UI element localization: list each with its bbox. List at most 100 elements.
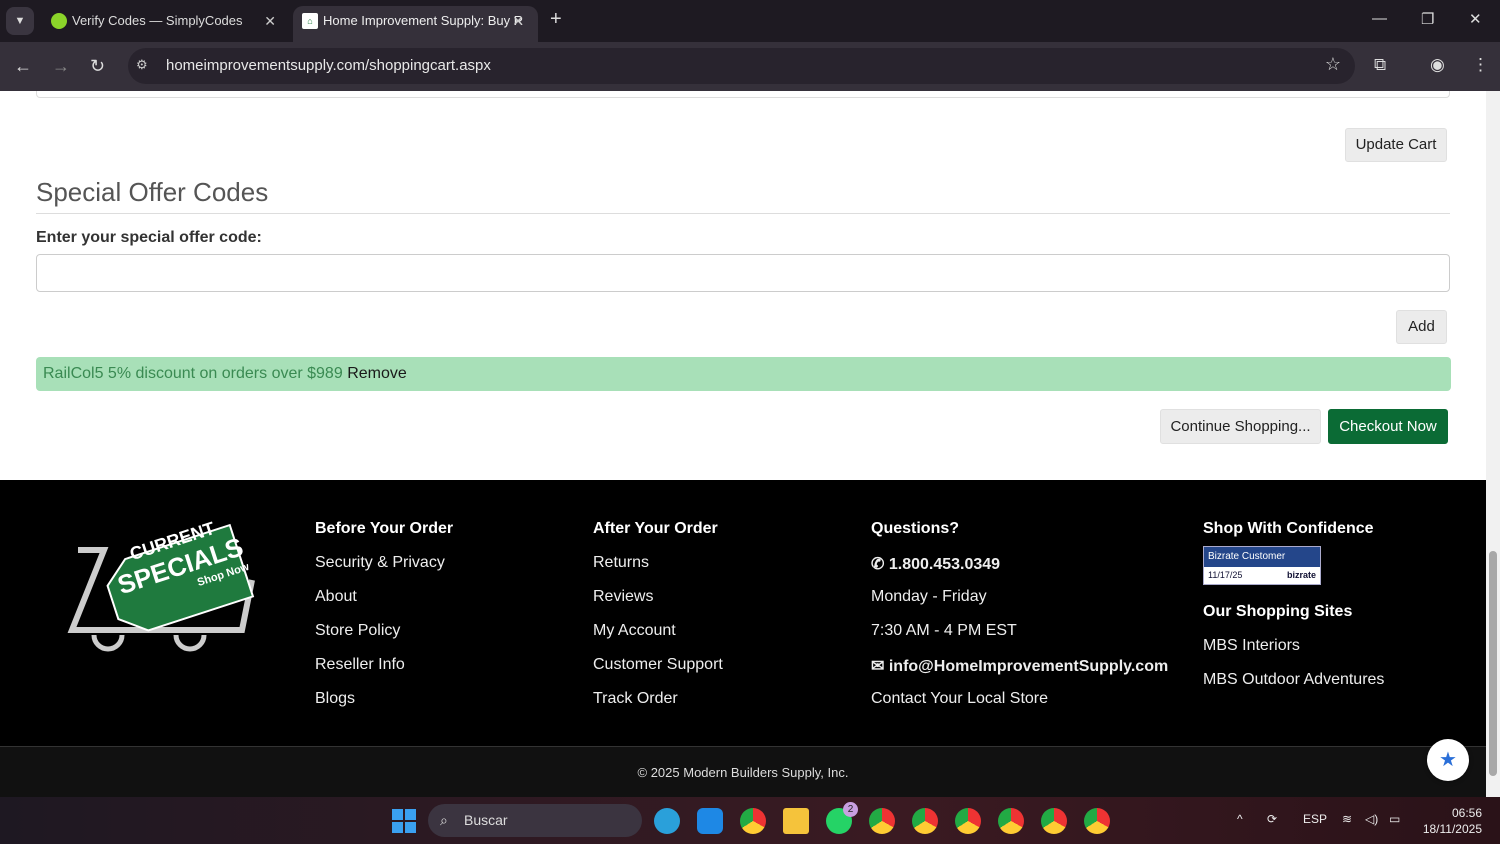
footer-link[interactable]: Reviews	[593, 588, 723, 622]
column-heading: After Your Order	[593, 520, 718, 537]
remove-code-link[interactable]: Remove	[347, 365, 407, 382]
close-window-icon[interactable]: ✕	[1469, 10, 1482, 28]
divider	[36, 213, 1450, 214]
back-icon[interactable]: ←	[14, 56, 32, 77]
chrome-profile-icon[interactable]	[998, 808, 1024, 834]
taskbar: ⌕ Buscar 2 ^ ⟳ ESP ≋ ◁) ▭ 06:56 18/11/202…	[0, 797, 1500, 844]
footer-link[interactable]: Reseller Info	[315, 656, 453, 690]
column-heading: Questions?	[871, 520, 960, 537]
volume-icon[interactable]: ◁)	[1365, 812, 1378, 826]
wifi-icon[interactable]: ≋	[1342, 812, 1352, 826]
checkout-now-button[interactable]: Checkout Now	[1328, 409, 1448, 444]
footer-link[interactable]: MBS Interiors	[1203, 637, 1384, 671]
column-heading: Before Your Order	[315, 520, 454, 537]
footer-link[interactable]: Security & Privacy	[315, 554, 453, 588]
envelope-icon: ✉	[871, 658, 889, 675]
c-app-icon[interactable]	[697, 808, 723, 834]
badge-title: Bizrate Customer Certified	[1204, 547, 1320, 582]
update-cart-button[interactable]: Update Cart	[1345, 128, 1447, 162]
scrollbar-thumb[interactable]	[1489, 551, 1497, 776]
close-tab-icon[interactable]: ✕	[512, 6, 524, 36]
minimize-icon[interactable]: —	[1372, 10, 1387, 27]
restore-icon[interactable]: ❐	[1421, 10, 1434, 28]
tab-verify-codes[interactable]: Verify Codes — SimplyCodes ✕	[42, 6, 290, 42]
site-favicon-icon: ⌂	[302, 13, 318, 29]
whatsapp-icon[interactable]: 2	[826, 802, 858, 834]
hours-days: Monday - Friday	[871, 588, 987, 605]
section-title: Special Offer Codes	[36, 177, 269, 207]
tab-strip: ▼ Verify Codes — SimplyCodes ✕ ⌂ Home Im…	[0, 0, 1500, 42]
hours-time: 7:30 AM - 4 PM EST	[871, 622, 1017, 639]
phone-number: 1.800.453.0349	[888, 556, 1001, 573]
chrome-profile-icon[interactable]	[869, 808, 895, 834]
footer-link[interactable]: Contact Your Local Store	[871, 690, 1168, 724]
language-indicator[interactable]: ESP	[1303, 812, 1327, 826]
clock-time: 06:56	[1451, 806, 1482, 820]
reload-icon[interactable]: ↻	[90, 56, 105, 77]
confidence-column: Shop With Confidence Bizrate Customer Ce…	[1203, 520, 1384, 705]
clock[interactable]: 06:56 18/11/2025	[1418, 805, 1482, 837]
footer-link[interactable]: MBS Outdoor Adventures	[1203, 671, 1384, 705]
add-code-button[interactable]: Add	[1396, 310, 1447, 344]
offer-code-label: Enter your special offer code:	[36, 229, 262, 246]
new-tab-icon[interactable]: +	[550, 8, 562, 31]
scrollbar[interactable]	[1486, 91, 1500, 797]
battery-icon[interactable]: ▭	[1389, 812, 1400, 826]
footer-link[interactable]: Store Policy	[315, 622, 453, 656]
bookmark-star-icon[interactable]: ☆	[1325, 54, 1341, 75]
address-bar[interactable]: ⚙ homeimprovementsupply.com/shoppingcart…	[128, 48, 1355, 84]
chrome-profile-icon[interactable]	[1041, 808, 1067, 834]
column-heading: Shop With Confidence	[1203, 520, 1374, 537]
toolbar: ← → ↻ ⚙ homeimprovementsupply.com/shoppi…	[0, 42, 1500, 91]
chat-widget-icon[interactable]: ★	[1427, 739, 1469, 781]
tab-title: Home Improvement Supply: Buy R	[323, 13, 524, 28]
tab-title: Verify Codes — SimplyCodes	[72, 13, 243, 28]
chrome-profile-icon[interactable]	[955, 808, 981, 834]
footer-link[interactable]: Blogs	[315, 690, 453, 724]
bizrate-badge[interactable]: Bizrate Customer Certified 11/17/25 bizra…	[1203, 546, 1321, 585]
profile-icon[interactable]: ◉	[1430, 55, 1445, 75]
windows-start-icon[interactable]	[392, 809, 416, 833]
sync-icon[interactable]: ⟳	[1267, 812, 1277, 826]
chrome-profile-icon[interactable]	[912, 808, 938, 834]
questions-column: Questions? ✆ 1.800.453.0349 Monday - Fri…	[871, 520, 1168, 724]
telegram-icon[interactable]	[654, 808, 680, 834]
email-address: info@HomeImprovementSupply.com	[888, 658, 1169, 675]
cart-table-edge	[36, 91, 1450, 98]
continue-shopping-button[interactable]: Continue Shopping...	[1160, 409, 1321, 444]
footer-link[interactable]: Returns	[593, 554, 723, 588]
footer-link[interactable]: Customer Support	[593, 656, 723, 690]
offer-code-input[interactable]	[36, 254, 1450, 292]
chrome-icon[interactable]	[740, 808, 766, 834]
search-label: Buscar	[464, 812, 508, 828]
forward-icon[interactable]: →	[52, 56, 70, 77]
extensions-icon[interactable]: ⧉	[1374, 55, 1386, 75]
tab-search-button[interactable]: ▼	[6, 7, 34, 35]
copyright: © 2025 Modern Builders Supply, Inc.	[0, 746, 1486, 797]
badge-date: 11/17/25	[1208, 570, 1243, 580]
notification-badge: 2	[843, 802, 858, 817]
footer-link[interactable]: My Account	[593, 622, 723, 656]
footer-link[interactable]: About	[315, 588, 453, 622]
before-order-column: Before Your Order Security & Privacy Abo…	[315, 520, 453, 724]
phone-link[interactable]: ✆ 1.800.453.0349	[871, 554, 1168, 588]
phone-icon: ✆	[871, 556, 889, 573]
taskbar-search[interactable]: ⌕ Buscar	[428, 804, 642, 837]
tab-home-improvement[interactable]: ⌂ Home Improvement Supply: Buy R ✕	[293, 6, 538, 42]
site-info-icon[interactable]: ⚙	[136, 57, 148, 73]
page-content: Update Cart Special Offer Codes Enter yo…	[0, 91, 1486, 797]
clock-date: 18/11/2025	[1422, 822, 1482, 836]
file-explorer-icon[interactable]	[783, 808, 809, 834]
menu-icon[interactable]: ⋮	[1472, 55, 1489, 75]
url-text: homeimprovementsupply.com/shoppingcart.a…	[166, 57, 491, 74]
column-heading: Our Shopping Sites	[1203, 603, 1353, 620]
close-tab-icon[interactable]: ✕	[264, 6, 276, 36]
footer-link[interactable]: Track Order	[593, 690, 723, 724]
current-specials-logo[interactable]: CURRENT SPECIALS Shop Now	[64, 510, 256, 670]
chrome-active-icon[interactable]	[1084, 808, 1110, 834]
tray-chevron-icon[interactable]: ^	[1237, 812, 1243, 826]
badge-brand: bizrate	[1286, 570, 1316, 580]
search-icon: ⌕	[440, 812, 448, 828]
email-link[interactable]: ✉ info@HomeImprovementSupply.com	[871, 656, 1168, 690]
after-order-column: After Your Order Returns Reviews My Acco…	[593, 520, 723, 724]
